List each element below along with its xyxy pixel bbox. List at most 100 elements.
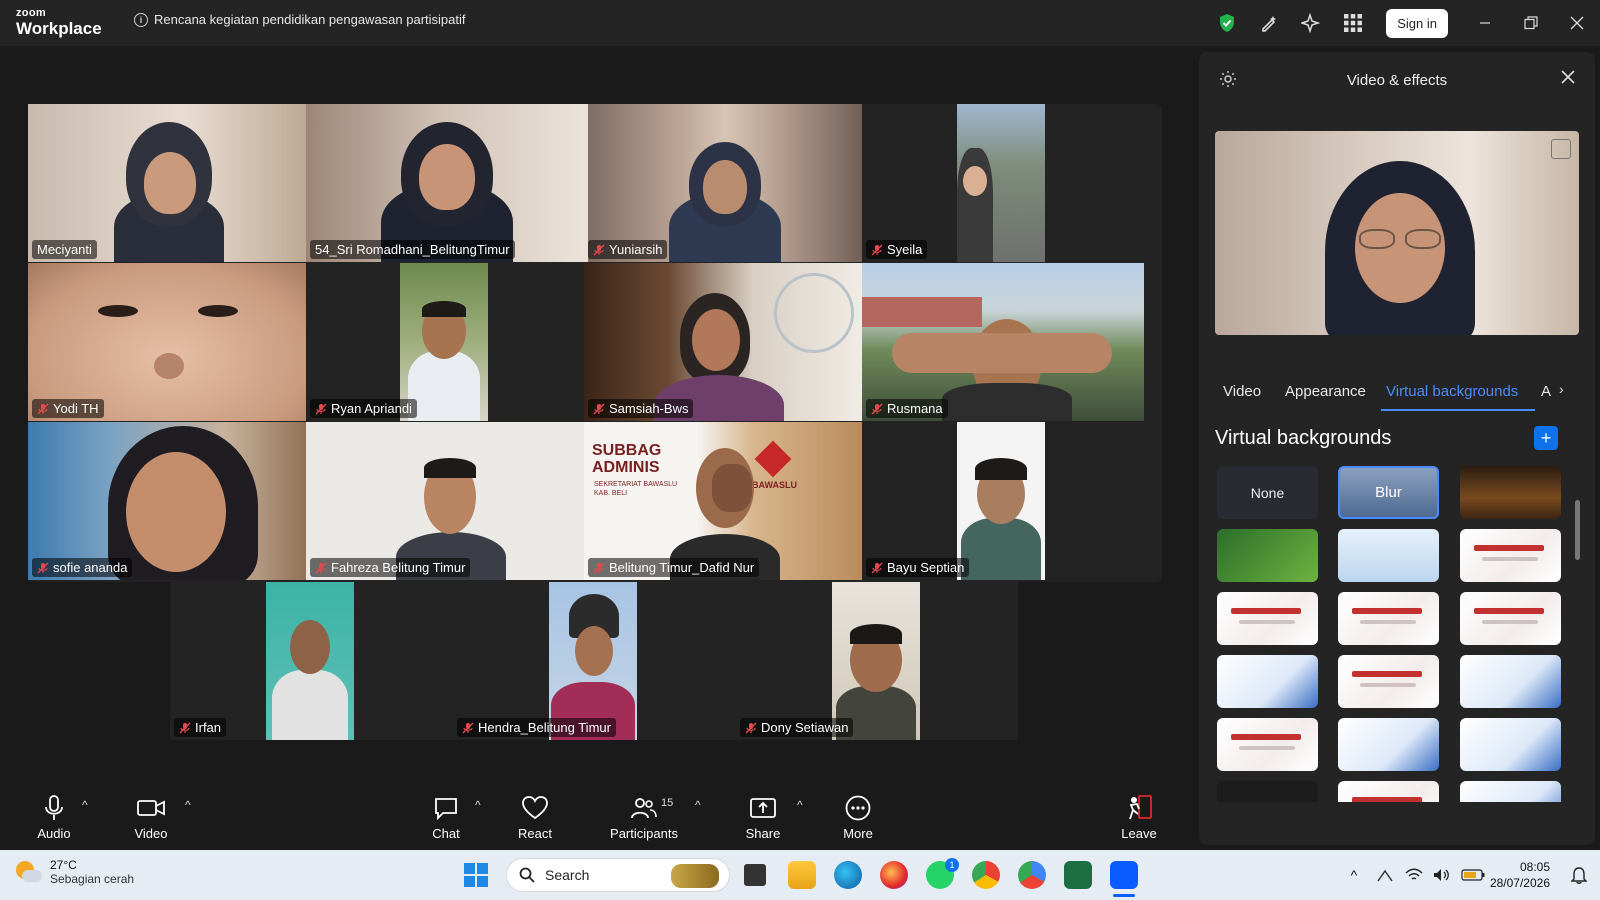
meeting-info[interactable]: i Rencana kegiatan pendidikan pengawasan… <box>134 12 466 27</box>
video-tile[interactable]: Rusmana <box>862 263 1144 421</box>
background-thumbnail[interactable] <box>1338 781 1439 802</box>
tab-video[interactable]: Video <box>1223 383 1261 400</box>
participants-options-chevron-up-icon[interactable]: ^ <box>695 798 701 812</box>
muted-mic-icon <box>462 722 474 733</box>
video-tile[interactable]: Fahreza Belitung Timur <box>306 422 588 580</box>
background-thumbnail[interactable] <box>1217 529 1318 582</box>
ai-companion-sparkle-icon[interactable] <box>1290 2 1332 44</box>
background-thumbnail[interactable] <box>1217 781 1318 802</box>
more-button[interactable]: More <box>818 792 898 841</box>
whatsapp-notification-badge: 1 <box>945 858 959 872</box>
background-blur[interactable]: Blur <box>1338 466 1439 519</box>
video-camera-icon <box>137 800 165 816</box>
participant-video <box>957 422 1045 580</box>
background-thumbnail[interactable] <box>1217 592 1318 645</box>
tab-avatars-truncated[interactable]: A <box>1541 383 1551 400</box>
participant-name-tag: Belitung Timur_Dafid Nur <box>588 558 760 577</box>
whiteboard-pen-icon[interactable] <box>1248 2 1290 44</box>
video-tile[interactable]: Syeila <box>862 104 1144 262</box>
excel-icon[interactable] <box>1064 861 1092 889</box>
virtual-background-grid: None Blur <box>1217 466 1567 802</box>
close-panel-button[interactable] <box>1561 68 1575 89</box>
participant-video <box>94 112 244 262</box>
panel-scrollbar[interactable] <box>1575 500 1580 560</box>
participant-video <box>957 104 1045 262</box>
background-thumbnail[interactable] <box>1217 718 1318 771</box>
tab-virtual-backgrounds[interactable]: Virtual backgrounds <box>1386 383 1518 400</box>
wifi-icon[interactable] <box>1400 868 1428 882</box>
tab-appearance[interactable]: Appearance <box>1285 383 1366 400</box>
video-tile-active-speaker[interactable]: 54_Sri Romadhani_BelitungTimur <box>306 104 588 262</box>
background-thumbnail[interactable] <box>1217 655 1318 708</box>
audio-options-chevron-up-icon[interactable]: ^ <box>82 798 88 812</box>
video-button[interactable]: Video <box>111 792 191 841</box>
background-thumbnail[interactable] <box>1338 529 1439 582</box>
network-location-icon[interactable] <box>1370 867 1400 883</box>
firefox-icon[interactable] <box>880 861 908 889</box>
meeting-toolbar: Audio ^ Video ^ Chat ^ React Participant… <box>0 788 1190 850</box>
volume-icon[interactable] <box>1428 868 1456 882</box>
video-tile[interactable]: Meciyanti <box>28 104 310 262</box>
bawaslu-logo <box>754 440 792 478</box>
meeting-topic: Rencana kegiatan pendidikan pengawasan p… <box>154 12 466 27</box>
background-thumbnail[interactable] <box>1460 592 1561 645</box>
info-icon[interactable]: i <box>134 12 148 27</box>
zoom-taskbar-icon[interactable] <box>1110 861 1138 889</box>
battery-icon[interactable] <box>1456 869 1490 881</box>
close-window-button[interactable] <box>1554 0 1600 46</box>
chrome-icon[interactable] <box>972 861 1000 889</box>
video-tile[interactable]: Dony Setiawan <box>736 582 1018 740</box>
leave-button[interactable]: Leave <box>1099 792 1179 841</box>
sign-in-button[interactable]: Sign in <box>1386 8 1448 38</box>
video-options-chevron-up-icon[interactable]: ^ <box>185 798 191 812</box>
background-thumbnail[interactable] <box>1338 655 1439 708</box>
video-tile[interactable]: Ryan Apriandi <box>306 263 588 421</box>
background-thumbnail[interactable] <box>1460 466 1561 519</box>
minimize-button[interactable] <box>1462 0 1508 46</box>
muted-mic-icon <box>593 244 605 255</box>
video-tile[interactable]: Hendra_Belitung Timur <box>453 582 735 740</box>
add-background-plus-icon[interactable]: + <box>1534 426 1558 450</box>
chrome-profile-icon[interactable] <box>1018 861 1046 889</box>
muted-mic-icon <box>871 562 883 573</box>
task-view-icon[interactable] <box>741 861 769 889</box>
settings-gear-icon[interactable] <box>1219 70 1237 93</box>
active-app-indicator <box>1113 894 1135 897</box>
participant-video <box>28 422 310 580</box>
background-thumbnail[interactable] <box>1460 655 1561 708</box>
edge-browser-icon[interactable] <box>834 861 862 889</box>
taskbar-search-box[interactable]: Search <box>506 858 730 892</box>
system-clock[interactable]: 08:05 28/07/2026 <box>1490 859 1550 891</box>
react-button[interactable]: React <box>495 792 575 841</box>
video-tile[interactable]: Yuniarsih <box>584 104 866 262</box>
video-tile[interactable]: sofie ananda <box>28 422 310 580</box>
participant-name-tag: 54_Sri Romadhani_BelitungTimur <box>310 240 515 259</box>
background-thumbnail[interactable] <box>1460 529 1561 582</box>
video-tile[interactable]: Irfan <box>170 582 452 740</box>
video-tile[interactable]: SUBBAG ADMINIS SEKRETARIAT BAWASLU KAB. … <box>584 422 866 580</box>
chat-bubble-icon <box>435 798 457 820</box>
share-options-chevron-up-icon[interactable]: ^ <box>797 798 803 812</box>
microphone-icon <box>45 795 63 820</box>
video-tile[interactable]: Yodi TH <box>28 263 310 421</box>
chat-options-chevron-up-icon[interactable]: ^ <box>475 798 481 812</box>
background-thumbnail[interactable] <box>1460 781 1561 802</box>
chat-button[interactable]: Chat <box>406 792 486 841</box>
background-thumbnail[interactable] <box>1338 592 1439 645</box>
video-tile[interactable]: Bayu Septian <box>862 422 1144 580</box>
show-hidden-icons-chevron-up-icon[interactable]: ^ <box>1338 867 1370 883</box>
windows-start-icon[interactable] <box>464 863 488 887</box>
notification-bell-icon[interactable] <box>1564 866 1594 884</box>
share-button[interactable]: Share <box>723 792 803 841</box>
background-none[interactable]: None <box>1217 466 1318 519</box>
restore-button[interactable] <box>1508 0 1554 46</box>
apps-grid-icon[interactable] <box>1332 2 1374 44</box>
video-tile[interactable]: Samsiah-Bws <box>584 263 866 421</box>
security-shield-icon[interactable] <box>1206 2 1248 44</box>
copy-icon[interactable] <box>1551 139 1571 159</box>
tabs-scroll-right-chevron-icon[interactable]: › <box>1559 381 1564 397</box>
file-explorer-icon[interactable] <box>788 861 816 889</box>
background-thumbnail[interactable] <box>1338 718 1439 771</box>
background-thumbnail[interactable] <box>1460 718 1561 771</box>
weather-widget[interactable]: 27°C Sebagian cerah <box>14 858 134 886</box>
